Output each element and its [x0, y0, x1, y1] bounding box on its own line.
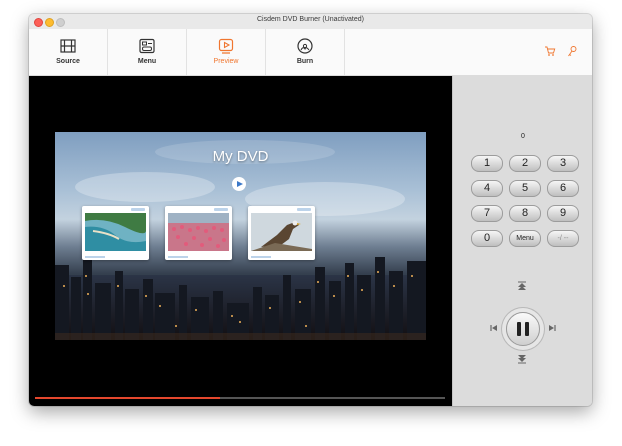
previous-chapter-icon[interactable]: [489, 323, 499, 333]
remote-control-panel: 0 1 2 3 4 5 6 7 8 9 0 Menu -/ --: [452, 76, 592, 406]
remote-key-8[interactable]: 8: [509, 205, 541, 222]
remote-key-7[interactable]: 7: [471, 205, 503, 222]
thumbnail-caption: [251, 256, 271, 258]
playback-progress-fill: [35, 397, 220, 399]
remote-menu-button[interactable]: Menu: [509, 230, 541, 247]
pause-icon: [525, 322, 529, 336]
menu-icon: [139, 38, 155, 54]
thumbnail-tag: [297, 208, 311, 211]
key-icon[interactable]: [566, 45, 578, 57]
window-title: Cisdem DVD Burner (Unactivated): [257, 16, 364, 23]
preview-stage: My DVD: [29, 76, 452, 406]
disc-icon: [297, 38, 313, 54]
cloud: [75, 172, 215, 202]
pause-button[interactable]: [506, 312, 540, 346]
thumbnail-caption: [168, 256, 188, 258]
tab-burn[interactable]: Burn: [266, 29, 345, 75]
remote-key-3[interactable]: 3: [547, 155, 579, 172]
chapter-thumbnail-2[interactable]: [165, 206, 232, 260]
remote-key-6[interactable]: 6: [547, 180, 579, 197]
flamingo-thumbnail: [168, 213, 229, 251]
dvd-play-button[interactable]: [232, 177, 246, 191]
remote-key-4[interactable]: 4: [471, 180, 503, 197]
remote-key-5[interactable]: 5: [509, 180, 541, 197]
tab-menu-label: Menu: [137, 58, 157, 65]
tab-menu[interactable]: Menu: [108, 29, 187, 75]
title-bar: Cisdem DVD Burner (Unactivated): [29, 14, 592, 30]
app-window: Cisdem DVD Burner (Unactivated) Source M…: [29, 14, 592, 406]
eagle-thumbnail: [251, 213, 312, 251]
thumbnail-caption: [85, 256, 105, 258]
chapter-thumbnail-3[interactable]: [248, 206, 315, 260]
channel-number-display: 0: [521, 133, 525, 140]
skip-up-icon[interactable]: [517, 281, 527, 291]
tab-burn-label: Burn: [296, 58, 314, 65]
playback-progress-bar[interactable]: [35, 397, 445, 399]
remote-digit-toggle-button[interactable]: -/ --: [547, 230, 579, 247]
tab-source-label: Source: [56, 58, 80, 65]
thumbnail-tag: [214, 208, 228, 211]
remote-key-2[interactable]: 2: [509, 155, 541, 172]
next-chapter-icon[interactable]: [547, 323, 557, 333]
dvd-menu-title: My DVD: [212, 148, 269, 165]
tab-preview-label: Preview: [213, 58, 239, 65]
tab-source[interactable]: Source: [29, 29, 108, 75]
remote-key-1[interactable]: 1: [471, 155, 503, 172]
thumbnail-tag: [131, 208, 145, 211]
dvd-menu-preview: My DVD: [55, 132, 426, 340]
toolbar: Source Menu Preview Burn: [29, 29, 592, 76]
remote-key-9[interactable]: 9: [547, 205, 579, 222]
play-icon: [218, 38, 234, 54]
chapter-thumbnail-1[interactable]: [82, 206, 149, 260]
tab-preview[interactable]: Preview: [187, 29, 266, 75]
remote-key-0[interactable]: 0: [471, 230, 503, 247]
pause-icon: [517, 322, 521, 336]
skip-down-icon[interactable]: [517, 354, 527, 364]
cart-icon[interactable]: [544, 45, 556, 57]
coast-thumbnail: [85, 213, 146, 251]
film-icon: [60, 39, 76, 53]
